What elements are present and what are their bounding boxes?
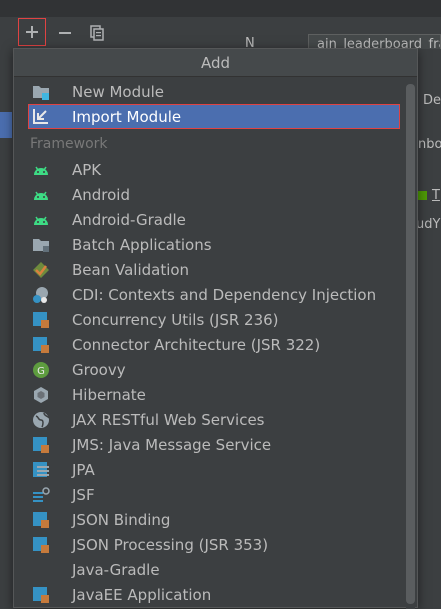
menu-item-jax-rs[interactable]: JAX RESTful Web Services xyxy=(28,407,400,432)
menu-item-jms[interactable]: JMS: Java Message Service xyxy=(28,432,400,457)
menu-item-label: Hibernate xyxy=(72,385,146,404)
menu-item-label: Import Module xyxy=(72,107,182,126)
folder-icon xyxy=(30,234,52,256)
copy-icon xyxy=(90,25,104,41)
menu-item-android-gradle[interactable]: Android-Gradle xyxy=(28,207,400,232)
menu-item-json-binding[interactable]: JSON Binding xyxy=(28,507,400,532)
menu-item-label: Concurrency Utils (JSR 236) xyxy=(72,310,279,329)
menu-item-import-module[interactable]: Import Module xyxy=(28,104,400,129)
menu-item-label: New Module xyxy=(72,82,165,101)
menu-item-batch-applications[interactable]: Batch Applications xyxy=(28,232,400,257)
menu-item-label: JMS: Java Message Service xyxy=(72,435,272,454)
groovy-icon: G xyxy=(30,359,52,381)
remove-button[interactable] xyxy=(52,20,78,46)
globe-icon xyxy=(30,409,52,431)
javaee-module-icon xyxy=(30,309,52,331)
hibernate-icon xyxy=(30,384,52,406)
menu-item-label: Batch Applications xyxy=(72,235,212,254)
javaee-module-icon xyxy=(30,509,52,531)
settings-fragment: De xyxy=(423,93,441,108)
menu-item-label: Bean Validation xyxy=(72,260,190,279)
copy-button[interactable] xyxy=(84,20,110,46)
menu-item-label: Java-Gradle xyxy=(72,560,160,579)
menu-item-bean-validation[interactable]: Bean Validation xyxy=(28,257,400,282)
android-icon xyxy=(30,209,52,231)
menu-item-label: JSON Binding xyxy=(72,510,171,529)
android-icon xyxy=(30,159,52,181)
jpa-icon xyxy=(30,459,52,481)
menu-item-label: JPA xyxy=(72,460,95,479)
menu-item-label: JAX RESTful Web Services xyxy=(72,410,265,429)
minus-icon xyxy=(59,32,71,34)
menu-item-groovy[interactable]: G Groovy xyxy=(28,357,400,382)
menu-item-jpa[interactable]: JPA xyxy=(28,457,400,482)
import-module-icon xyxy=(30,106,52,128)
android-icon xyxy=(30,184,52,206)
add-popup: Add New Module Import Module Framework A… xyxy=(13,48,418,609)
menu-item-apk[interactable]: APK xyxy=(28,157,400,182)
javaee-module-icon xyxy=(30,434,52,456)
menu-item-concurrency-utils[interactable]: Concurrency Utils (JSR 236) xyxy=(28,307,400,332)
menu-item-javaee-application[interactable]: JavaEE Application xyxy=(28,582,400,607)
menu-item-connector-architecture[interactable]: Connector Architecture (JSR 322) xyxy=(28,332,400,357)
menu-item-label: Android xyxy=(72,185,130,204)
plus-icon xyxy=(26,26,38,38)
settings-fragment: nbo xyxy=(418,137,441,152)
menu-item-new-module[interactable]: New Module xyxy=(28,79,400,104)
menu-item-jsf[interactable]: JSF xyxy=(28,482,400,507)
add-button[interactable] xyxy=(18,18,46,46)
menu-item-label: Android-Gradle xyxy=(72,210,186,229)
module-list-selection[interactable] xyxy=(0,112,12,138)
popup-scrollbar-thumb[interactable] xyxy=(406,84,415,604)
folder-module-icon xyxy=(30,81,52,103)
menu-item-label: JavaEE Application xyxy=(72,585,212,604)
javaee-module-icon xyxy=(30,534,52,556)
javaee-module-icon xyxy=(30,334,52,356)
menu-item-json-processing[interactable]: JSON Processing (JSR 353) xyxy=(28,532,400,557)
popup-title: Add xyxy=(14,49,417,77)
menu-item-label: CDI: Contexts and Dependency Injection xyxy=(72,285,377,304)
menu-item-label: JSF xyxy=(72,485,95,504)
settings-panel xyxy=(418,49,441,597)
bean-validation-icon xyxy=(30,259,52,281)
menu-item-java-gradle[interactable]: Java-Gradle xyxy=(28,557,400,582)
menu-item-android[interactable]: Android xyxy=(28,182,400,207)
settings-fragment: udY xyxy=(416,217,441,232)
menu-item-cdi[interactable]: CDI: Contexts and Dependency Injection xyxy=(28,282,400,307)
settings-link[interactable]: T xyxy=(432,188,440,203)
section-header-framework: Framework xyxy=(30,136,108,152)
javaee-module-icon xyxy=(30,584,52,606)
menu-item-label: APK xyxy=(72,160,102,179)
menu-item-label: Groovy xyxy=(72,360,126,379)
menu-item-label: Connector Architecture (JSR 322) xyxy=(72,335,321,354)
menu-item-label: JSON Processing (JSR 353) xyxy=(72,535,269,554)
menu-item-hibernate[interactable]: Hibernate xyxy=(28,382,400,407)
status-indicator xyxy=(418,191,427,200)
window-title-bar xyxy=(0,0,441,17)
cdi-icon xyxy=(30,284,52,306)
jsf-icon xyxy=(30,484,52,506)
svg-text:G: G xyxy=(37,366,45,377)
